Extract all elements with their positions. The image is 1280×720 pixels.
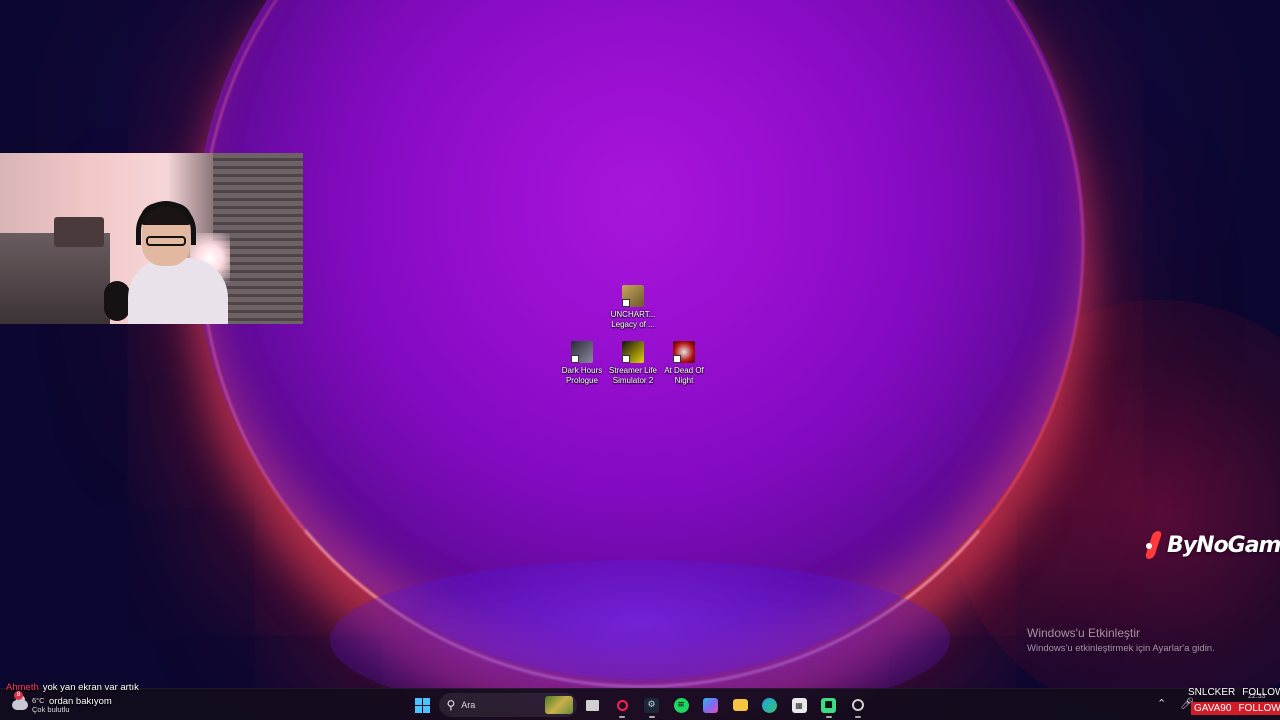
steam-button[interactable]: ⚙ (638, 691, 666, 719)
chat-username: Ahmeth (6, 682, 39, 693)
taskbar-apps: ⚲ Ara ⚙ ≡ ▦ ■ (408, 691, 874, 719)
search-placeholder: Ara (461, 700, 476, 710)
follow-alert: SNLCKER FOLLOW (1188, 687, 1280, 698)
streamer-life-game-icon (622, 341, 644, 363)
shortcut-arrow-icon (622, 299, 630, 307)
glasses (146, 236, 186, 246)
webcam-overlay (0, 153, 303, 324)
desktop-icon-label: At Dead Of Night (664, 366, 704, 386)
bynogame-logo: ByNoGame (1143, 531, 1280, 559)
chat-message: Ahmeth yok yan ekran var artık (6, 681, 139, 695)
webcam-microphone (104, 281, 130, 321)
label-line: Prologue (565, 376, 598, 385)
uncharted-game-icon (622, 285, 644, 307)
obs-icon (852, 699, 864, 711)
at-dead-of-night-game-icon (673, 341, 695, 363)
taskbar: 8 6°C Çok bulutlu ⚲ Ara ⚙ ≡ ▦ ■ ⌃ 🎤︎ 22:… (0, 688, 1280, 720)
streamer-body (128, 258, 228, 324)
task-view-icon (586, 699, 599, 711)
microsoft-365-button[interactable] (697, 691, 725, 719)
taskbar-search[interactable]: ⚲ Ara (438, 693, 577, 717)
search-highlight-image (544, 696, 573, 714)
notification-badge: 8 (14, 691, 23, 700)
opera-gx-button[interactable] (608, 691, 636, 719)
desktop-icon-at-dead-of-night[interactable]: At Dead Of Night (655, 341, 713, 386)
chat-text: yok yan ekran var artık (42, 682, 139, 693)
file-explorer-button[interactable] (726, 691, 754, 719)
desktop-icon-label: UNCHART... Legacy of ... (611, 310, 656, 330)
opera-gx-icon (616, 699, 628, 711)
desktop-icon-dark-hours[interactable]: Dark Hours Prologue (553, 341, 611, 386)
label-line: Legacy of ... (611, 320, 655, 329)
label-line: Simulator 2 (612, 376, 654, 385)
shortcut-arrow-icon (673, 355, 681, 363)
label-line: Streamer Life (608, 366, 658, 375)
microsoft-store-icon: ▦ (791, 697, 807, 713)
edge-icon (762, 697, 777, 713)
desktop-icon-uncharted[interactable]: UNCHART... Legacy of ... (604, 285, 662, 330)
windows-logo-icon (414, 697, 430, 713)
search-icon: ⚲ (446, 698, 456, 712)
android-app-button[interactable]: ■ (815, 691, 843, 719)
obs-button[interactable] (844, 691, 872, 719)
chevron-up-icon[interactable]: ⌃ (1157, 697, 1166, 710)
windows-activation-watermark: Windows'u Etkinleştir Windows'u etkinleş… (1027, 626, 1215, 654)
follow-label: FOLLOW (1238, 703, 1280, 714)
dark-hours-game-icon (571, 341, 593, 363)
follower-name: GAVA90 (1194, 703, 1232, 714)
follow-alert: GAVA90 FOLLOW (1191, 702, 1280, 715)
shortcut-arrow-icon (571, 355, 579, 363)
label-line: UNCHART... (610, 310, 656, 319)
bynogame-text: ByNoGame (1167, 532, 1280, 558)
activation-title: Windows'u Etkinleştir (1027, 626, 1140, 640)
spotify-button[interactable]: ≡ (667, 691, 695, 719)
desktop-icon-label: Streamer Life Simulator 2 (609, 366, 657, 386)
android-app-icon: ■ (821, 697, 836, 713)
desktop-icon-streamer-life[interactable]: Streamer Life Simulator 2 (604, 341, 662, 386)
activation-subtitle: Windows'u etkinleştirmek için Ayarlar'a … (1027, 643, 1215, 654)
label-line: Night (674, 376, 694, 385)
chat-message: ordan bakıyom (6, 695, 139, 709)
chat-text: ordan bakıyom (49, 696, 112, 707)
shortcut-arrow-icon (622, 355, 630, 363)
follower-name: SNLCKER (1188, 687, 1236, 698)
start-button[interactable] (408, 691, 436, 719)
file-explorer-icon (732, 699, 748, 711)
task-view-button[interactable] (579, 691, 607, 719)
spotify-icon: ≡ (673, 697, 689, 713)
follow-label: FOLLOW (1242, 687, 1280, 698)
bynogame-mark-icon (1143, 531, 1163, 559)
microsoft-store-button[interactable]: ▦ (785, 691, 813, 719)
microsoft-365-icon (703, 697, 718, 713)
steam-icon: ⚙ (644, 697, 659, 713)
label-line: Dark Hours (561, 366, 603, 375)
edge-button[interactable] (756, 691, 784, 719)
webcam-headboard (54, 217, 104, 247)
stream-chat-overlay: Ahmeth yok yan ekran var artık ordan bakı… (6, 681, 139, 709)
desktop-icon-label: Dark Hours Prologue (562, 366, 602, 386)
label-line: At Dead Of (664, 366, 704, 375)
